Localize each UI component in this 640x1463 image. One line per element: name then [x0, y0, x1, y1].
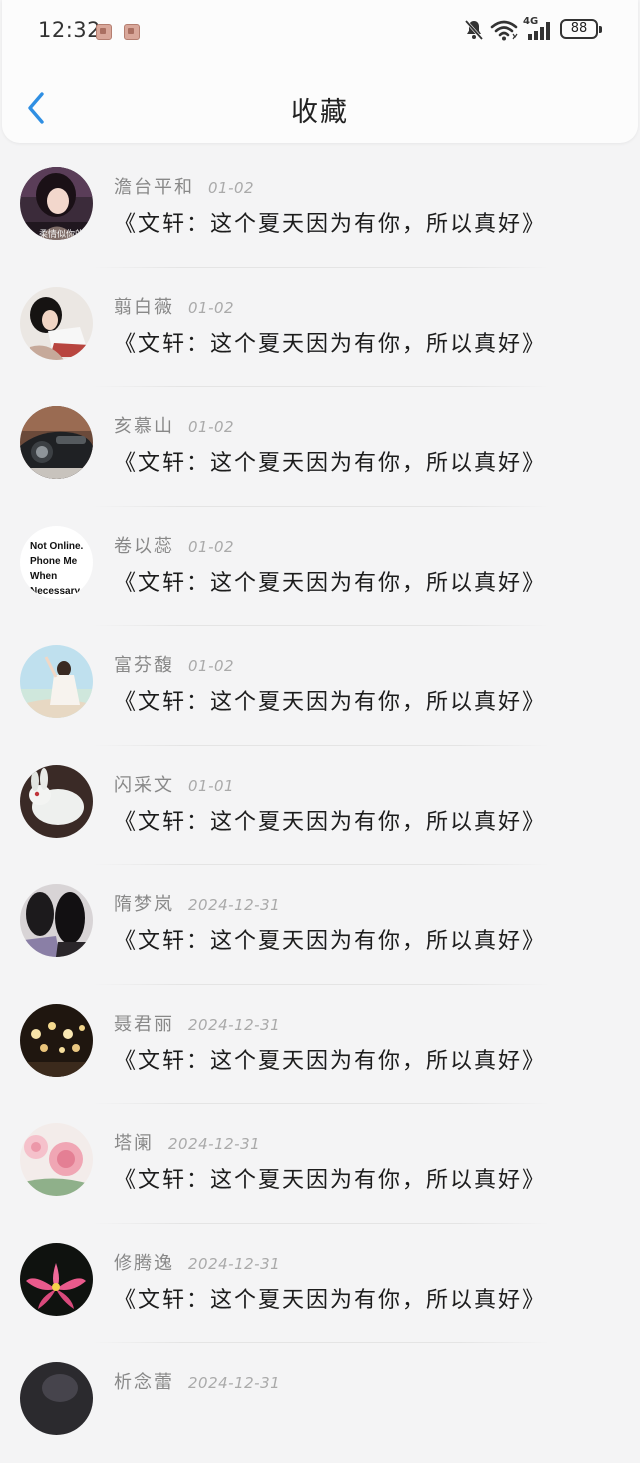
list-item[interactable]: 富芬馥 01-02 《文轩：这个夏天因为有你，所以真好》 — [0, 626, 640, 746]
list-item[interactable]: 隋梦岚 2024-12-31 《文轩：这个夏天因为有你，所以真好》 — [0, 865, 640, 985]
user-name: 亥慕山 01-02 — [114, 416, 235, 437]
avatar[interactable] — [20, 1003, 93, 1077]
item-title: 《文轩：这个夏天因为有你，所以真好》 — [114, 809, 547, 835]
status-time: 12:32 — [38, 18, 102, 42]
avatar[interactable] — [20, 1362, 93, 1435]
user-name: 修腾逸 2024-12-31 — [114, 1252, 281, 1274]
user-name: 闪采文 01-01 — [114, 774, 235, 796]
notification-icon — [96, 24, 112, 40]
svg-text:Phone Me: Phone Me — [30, 556, 78, 567]
user-name: 隋梦岚 2024-12-31 — [114, 894, 281, 915]
svg-text:柔情似你的: 柔情似你的 — [39, 228, 84, 240]
list-item[interactable]: 亥慕山 01-02 《文轩：这个夏天因为有你，所以真好》 — [0, 387, 640, 507]
item-date: 01-02 — [188, 537, 235, 556]
item-title: 《文轩：这个夏天因为有你，所以真好》 — [114, 929, 547, 954]
avatar[interactable] — [20, 1242, 93, 1316]
list-item[interactable]: Not Online. Phone Me When Necessary. 卷以蕊… — [0, 507, 640, 626]
user-name: 富芬馥 01-02 — [114, 655, 235, 676]
wifi-icon — [490, 20, 518, 41]
item-date: 01-02 — [208, 179, 255, 197]
item-date: 01-02 — [188, 418, 235, 436]
list-item[interactable]: 柔情似你的 澹台平和 01-02 《文轩：这个夏天因为有你，所以真好》 — [0, 148, 640, 268]
avatar[interactable]: 柔情似你的 — [20, 167, 93, 240]
item-date: 01-01 — [188, 776, 235, 795]
signal-icon — [528, 22, 550, 40]
item-date: 2024-12-31 — [188, 896, 281, 914]
item-title: 《文轩：这个夏天因为有你，所以真好》 — [114, 1168, 547, 1193]
item-title: 《文轩：这个夏天因为有你，所以真好》 — [114, 570, 547, 596]
item-title: 《文轩：这个夏天因为有你，所以真好》 — [114, 690, 547, 715]
user-name: 翦白薇 01-02 — [114, 296, 235, 318]
battery-indicator: 88 — [560, 19, 602, 39]
item-title: 《文轩：这个夏天因为有你，所以真好》 — [114, 451, 547, 476]
list-item[interactable]: 聂君丽 2024-12-31 《文轩：这个夏天因为有你，所以真好》 — [0, 985, 640, 1104]
user-name: 聂君丽 2024-12-31 — [114, 1013, 281, 1035]
notification-icon — [124, 24, 140, 40]
list-item[interactable]: 修腾逸 2024-12-31 《文轩：这个夏天因为有你，所以真好》 — [0, 1224, 640, 1343]
item-date: 2024-12-31 — [188, 1254, 281, 1273]
item-date: 2024-12-31 — [188, 1374, 281, 1392]
item-title: 《文轩：这个夏天因为有你，所以真好》 — [114, 331, 547, 357]
list-item[interactable]: 翦白薇 01-02 《文轩：这个夏天因为有你，所以真好》 — [0, 268, 640, 387]
favorites-list: 柔情似你的 澹台平和 01-02 《文轩：这个夏天因为有你，所以真好》 翦白薇 01… — [0, 148, 640, 1463]
avatar[interactable] — [20, 286, 93, 360]
header-bar: 12:32 4G 88 收藏 — [2, 0, 638, 143]
avatar[interactable] — [20, 645, 93, 718]
user-name: 析念蕾 2024-12-31 — [114, 1372, 281, 1393]
svg-text:When: When — [30, 571, 57, 582]
item-title: 《文轩：这个夏天因为有你，所以真好》 — [114, 1287, 547, 1313]
list-item[interactable]: 析念蕾 2024-12-31 — [0, 1343, 640, 1463]
item-date: 01-02 — [188, 298, 235, 317]
svg-text:Not Online.: Not Online. — [30, 541, 84, 552]
item-title: 《文轩：这个夏天因为有你，所以真好》 — [114, 212, 547, 237]
user-name: 塔阑 2024-12-31 — [114, 1133, 261, 1154]
item-title: 《文轩：这个夏天因为有你，所以真好》 — [114, 1048, 547, 1074]
avatar[interactable] — [20, 884, 93, 957]
page-title: 收藏 — [291, 97, 349, 128]
item-date: 2024-12-31 — [168, 1135, 261, 1153]
svg-text:Necessary.: Necessary. — [30, 586, 82, 597]
avatar[interactable] — [20, 406, 93, 479]
item-date: 2024-12-31 — [188, 1015, 281, 1034]
user-name: 澹台平和 01-02 — [114, 177, 255, 198]
avatar[interactable]: Not Online. Phone Me When Necessary. — [20, 525, 93, 599]
list-item[interactable]: 塔阑 2024-12-31 《文轩：这个夏天因为有你，所以真好》 — [0, 1104, 640, 1224]
avatar[interactable] — [20, 764, 93, 838]
item-date: 01-02 — [188, 657, 235, 675]
list-item[interactable]: 闪采文 01-01 《文轩：这个夏天因为有你，所以真好》 — [0, 746, 640, 865]
user-name: 卷以蕊 01-02 — [114, 535, 235, 557]
bell-muted-icon — [464, 20, 484, 40]
status-bar: 12:32 4G 88 — [2, 0, 638, 62]
avatar[interactable] — [20, 1123, 93, 1196]
